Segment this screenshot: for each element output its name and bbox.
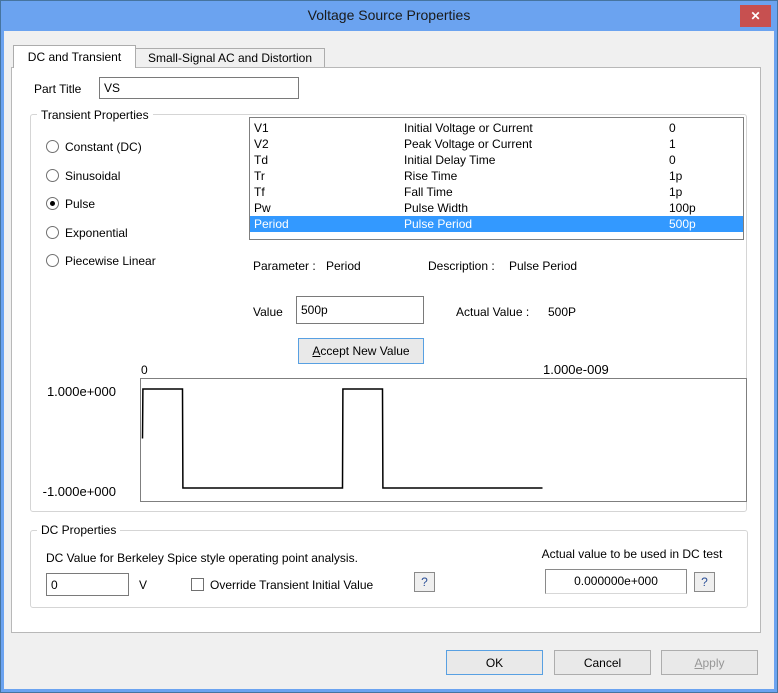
close-button[interactable]: ✕ — [740, 5, 771, 27]
radio-exponential[interactable]: Exponential — [46, 225, 128, 240]
transient-properties-group-label: Transient Properties — [37, 108, 153, 122]
radio-constant-dc[interactable]: Constant (DC) — [46, 139, 142, 154]
dc-value-input[interactable] — [46, 573, 129, 596]
help-button-dc-test[interactable]: ? — [694, 572, 715, 592]
apply-button[interactable]: Apply — [661, 650, 758, 675]
dc-properties-group-label: DC Properties — [37, 523, 121, 537]
actual-dc-test-value: 0.000000e+000 — [545, 569, 687, 594]
override-transient-initial-value-checkbox[interactable] — [191, 578, 204, 591]
parameter-row-Tf[interactable]: Tf Fall Time 1p — [250, 184, 743, 200]
part-title-label: Part Title — [34, 82, 82, 96]
radio-label: Constant (DC) — [65, 139, 142, 154]
lb-desc: Peak Voltage or Current — [404, 137, 533, 151]
actual-value-label: Actual Value : — [456, 305, 530, 319]
waveform-preview — [140, 378, 747, 502]
tab-page: Part Title Transient Properties Constant… — [11, 67, 761, 633]
parameter-row-V1[interactable]: V1 Initial Voltage or Current 0 — [250, 120, 743, 136]
lb-desc: Initial Delay Time — [404, 153, 496, 167]
lb-val: 100p — [669, 201, 696, 215]
override-transient-initial-value-label: Override Transient Initial Value — [210, 578, 374, 592]
parameter-row-Tr[interactable]: Tr Rise Time 1p — [250, 168, 743, 184]
lb-name: V2 — [254, 137, 269, 151]
parameter-value: Period — [326, 259, 361, 273]
lb-desc: Pulse Width — [404, 201, 469, 215]
parameter-row-Td[interactable]: Td Initial Delay Time 0 — [250, 152, 743, 168]
radio-sinusoidal[interactable]: Sinusoidal — [46, 168, 121, 183]
tab-dc-and-transient[interactable]: DC and Transient — [13, 45, 136, 68]
waveform-trace — [141, 388, 543, 489]
description-label: Description : — [428, 259, 495, 273]
part-title-input[interactable] — [99, 77, 299, 99]
parameter-list[interactable]: V1 Initial Voltage or Current 0 V2 Peak Volt… — [249, 117, 744, 240]
ok-button[interactable]: OK — [446, 650, 543, 675]
lb-val: 1 — [669, 137, 676, 151]
lb-name: Pw — [254, 201, 271, 215]
value-input[interactable] — [296, 296, 424, 324]
radio-icon — [46, 140, 59, 154]
title-bar: Voltage Source Properties ✕ — [1, 1, 777, 31]
lb-desc: Pulse Period — [404, 217, 473, 231]
actual-dc-test-label: Actual value to be used in DC test — [541, 547, 723, 561]
lb-name: V1 — [254, 121, 269, 135]
radio-icon — [46, 254, 59, 268]
lb-name: Tr — [254, 169, 265, 183]
x-axis-end-label: 1.000e-009 — [543, 362, 609, 377]
lb-name: Period — [254, 217, 289, 231]
accept-new-value-button[interactable]: Accept New Value — [298, 338, 424, 364]
radio-label: Piecewise Linear — [65, 253, 156, 268]
radio-icon — [46, 169, 59, 183]
parameter-row-Pw[interactable]: Pw Pulse Width 100p — [250, 200, 743, 216]
lb-name: Tf — [254, 185, 265, 199]
value-label: Value — [253, 305, 283, 319]
lb-val: 500p — [669, 217, 696, 231]
x-axis-start-label: 0 — [141, 363, 148, 377]
radio-pulse[interactable]: Pulse — [46, 196, 96, 211]
window-title: Voltage Source Properties — [307, 7, 471, 23]
radio-label: Sinusoidal — [65, 168, 121, 183]
lb-desc: Initial Voltage or Current — [404, 121, 533, 135]
lb-val: 0 — [669, 153, 676, 167]
lb-val: 1p — [669, 185, 683, 199]
lb-val: 1p — [669, 169, 683, 183]
actual-value: 500P — [548, 305, 577, 319]
lb-desc: Rise Time — [404, 169, 458, 183]
radio-piecewise-linear[interactable]: Piecewise Linear — [46, 253, 156, 268]
radio-label: Exponential — [65, 225, 128, 240]
tab-small-signal-ac-and-distortion[interactable]: Small-Signal AC and Distortion — [135, 48, 325, 67]
dc-value-description: DC Value for Berkeley Spice style operat… — [46, 551, 358, 565]
radio-icon — [46, 197, 59, 211]
close-icon: ✕ — [750, 9, 761, 23]
y-axis-min-label: -1.000e+000 — [42, 484, 116, 499]
lb-desc: Fall Time — [404, 185, 453, 199]
dc-unit-label: V — [139, 578, 148, 592]
radio-icon — [46, 226, 59, 240]
lb-val: 0 — [669, 121, 676, 135]
y-axis-max-label: 1.000e+000 — [46, 384, 116, 399]
lb-name: Td — [254, 153, 269, 167]
voltage-source-properties-dialog: Voltage Source Properties ✕ DC and Trans… — [0, 0, 778, 693]
cancel-button[interactable]: Cancel — [554, 650, 651, 675]
parameter-row-V2[interactable]: V2 Peak Voltage or Current 1 — [250, 136, 743, 152]
help-button-override[interactable]: ? — [414, 572, 435, 592]
parameter-row-Period[interactable]: Period Pulse Period 500p — [250, 216, 743, 232]
description-value: Pulse Period — [509, 259, 578, 273]
parameter-label: Parameter : — [253, 259, 316, 273]
radio-label: Pulse — [65, 196, 96, 211]
